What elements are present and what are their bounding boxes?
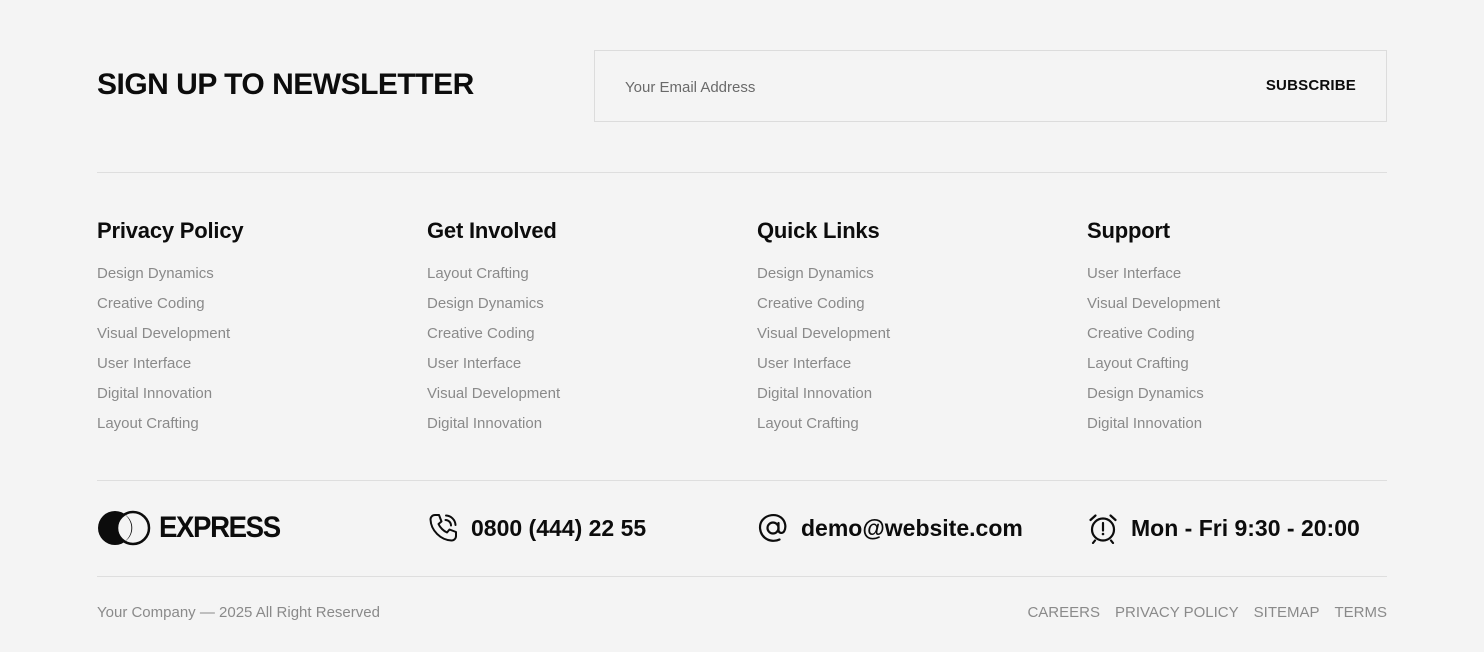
footer-link[interactable]: Layout Crafting (427, 265, 529, 282)
footer-link[interactable]: Layout Crafting (97, 415, 199, 432)
footer-link[interactable]: Digital Innovation (97, 385, 212, 402)
column-support: Support User Interface Visual Developmen… (1087, 216, 1387, 439)
phone-icon (429, 514, 457, 542)
footer-link[interactable]: Creative Coding (757, 295, 865, 312)
bottom-bar: Your Company — 2025 All Right Reserved C… (97, 604, 1387, 626)
footer-link[interactable]: Visual Development (97, 325, 230, 342)
column-title: Quick Links (757, 218, 880, 243)
column-get-involved: Get Involved Layout Crafting Design Dyna… (427, 216, 727, 439)
footer-link[interactable]: User Interface (757, 355, 851, 372)
email-input[interactable] (625, 75, 1225, 99)
at-sign-icon (758, 513, 787, 542)
column-title: Get Involved (427, 218, 557, 243)
copyright-text: Your Company — 2025 All Right Reserved (97, 604, 380, 621)
footer-link[interactable]: Layout Crafting (1087, 355, 1189, 372)
sitemap-link[interactable]: SITEMAP (1254, 604, 1320, 621)
footer-link[interactable]: Digital Innovation (1087, 415, 1202, 432)
footer-link[interactable]: Design Dynamics (97, 265, 214, 282)
footer-link[interactable]: Creative Coding (427, 325, 535, 342)
alarm-clock-icon (1089, 514, 1117, 544)
logo-mark-icon (98, 510, 151, 546)
business-hours: Mon - Fri 9:30 - 20:00 (1131, 514, 1360, 541)
footer-link[interactable]: User Interface (97, 355, 191, 372)
legal-nav: CAREERS PRIVACY POLICY SITEMAP TERMS (1027, 604, 1387, 621)
newsletter-title: SIGN UP TO NEWSLETTER (97, 68, 474, 101)
divider (97, 172, 1387, 173)
footer-link[interactable]: Digital Innovation (757, 385, 872, 402)
footer-link[interactable]: Layout Crafting (757, 415, 859, 432)
subscribe-button[interactable]: SUBSCRIBE (1266, 77, 1356, 94)
footer-link[interactable]: Design Dynamics (1087, 385, 1204, 402)
terms-link[interactable]: TERMS (1335, 604, 1388, 621)
footer-link[interactable]: Visual Development (1087, 295, 1220, 312)
footer-link[interactable]: Creative Coding (1087, 325, 1195, 342)
footer-link[interactable]: User Interface (427, 355, 521, 372)
footer-link[interactable]: Digital Innovation (427, 415, 542, 432)
logo-text: EXPRESS (159, 511, 281, 544)
footer-link[interactable]: Visual Development (427, 385, 560, 402)
footer-link[interactable]: Visual Development (757, 325, 890, 342)
column-title: Privacy Policy (97, 218, 244, 243)
footer-link[interactable]: Design Dynamics (757, 265, 874, 282)
careers-link[interactable]: CAREERS (1027, 604, 1100, 621)
newsletter-section: SIGN UP TO NEWSLETTER SUBSCRIBE (97, 50, 1387, 122)
divider (97, 576, 1387, 577)
logo[interactable]: EXPRESS (97, 510, 290, 546)
footer-link[interactable]: User Interface (1087, 265, 1181, 282)
divider (97, 480, 1387, 481)
hours-contact: Mon - Fri 9:30 - 20:00 (1087, 512, 1360, 544)
email-address: demo@website.com (801, 514, 1023, 541)
column-title: Support (1087, 218, 1170, 243)
contact-row: EXPRESS 0800 (444) 22 55 demo@website.co… (97, 508, 1387, 548)
footer-link[interactable]: Design Dynamics (427, 295, 544, 312)
footer-link[interactable]: Creative Coding (97, 295, 205, 312)
privacy-policy-link[interactable]: PRIVACY POLICY (1115, 604, 1239, 621)
newsletter-form: SUBSCRIBE (594, 50, 1387, 122)
phone-number: 0800 (444) 22 55 (471, 514, 647, 541)
email-contact[interactable]: demo@website.com (757, 512, 1023, 544)
phone-contact[interactable]: 0800 (444) 22 55 (427, 512, 646, 544)
column-quick-links: Quick Links Design Dynamics Creative Cod… (757, 216, 1057, 439)
column-privacy-policy: Privacy Policy Design Dynamics Creative … (97, 216, 397, 439)
